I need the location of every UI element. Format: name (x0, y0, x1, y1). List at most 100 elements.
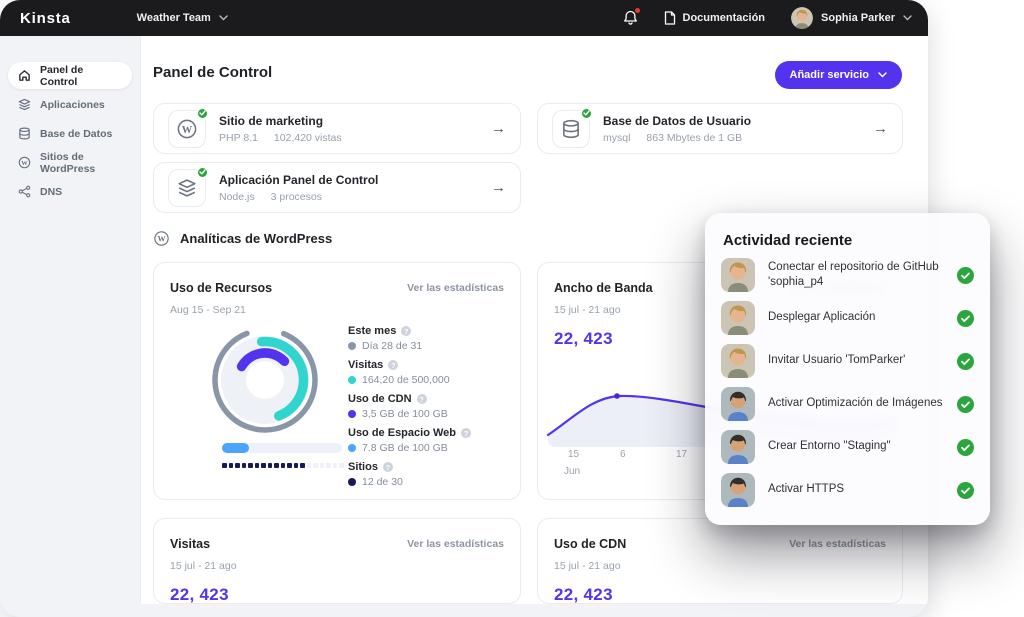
topbar-right: Documentación Sophia Parker (623, 7, 913, 29)
legend-dot (348, 444, 356, 452)
service-card-user-database[interactable]: Base de Datos de Usuario mysql 863 Mbyte… (537, 103, 903, 154)
success-check-icon (957, 482, 974, 499)
help-icon[interactable]: ? (383, 462, 393, 472)
visits-value: 22, 423 (170, 585, 229, 605)
recent-activity-title: Actividad reciente (705, 213, 990, 258)
success-check-icon (957, 396, 974, 413)
service-stat: 3 procesos (271, 191, 322, 203)
view-stats-link[interactable]: Ver las estadísticas (407, 282, 504, 294)
database-icon (18, 127, 31, 140)
legend-label: Visitas (348, 359, 383, 371)
analytics-section-header: W Analíticas de WordPress (153, 230, 332, 247)
service-card-panel-app[interactable]: Aplicación Panel de Control Node.js 3 pr… (153, 162, 521, 213)
status-check-badge (196, 107, 209, 120)
svg-text:W: W (182, 124, 193, 135)
document-icon (664, 11, 676, 25)
help-icon[interactable]: ? (401, 326, 411, 336)
card-title: Uso de Recursos (170, 281, 272, 295)
activity-item-staging-env[interactable]: Crear Entorno "Staging" (705, 430, 990, 464)
avatar (721, 301, 755, 335)
legend-value: 7.8 GB de 100 GB (362, 442, 448, 454)
activity-item-github-repo[interactable]: Conectar el repositorio de GitHub 'sophi… (705, 258, 990, 292)
activity-text: Activar HTTPS (768, 482, 944, 497)
home-icon (18, 69, 31, 82)
legend-item-este-mes: Este mes? Día 28 de 31 (348, 325, 471, 352)
legend-value: 12 de 30 (362, 476, 403, 488)
legend-value: Día 28 de 31 (362, 340, 422, 352)
activity-item-invite-user[interactable]: Invitar Usuario 'TomParker' (705, 344, 990, 378)
success-check-icon (957, 439, 974, 456)
success-check-icon (957, 310, 974, 327)
bandwidth-value: 22, 423 (554, 329, 613, 349)
service-icon-box: W (168, 110, 206, 148)
arrow-right-icon[interactable]: → (873, 120, 888, 137)
notifications-button[interactable] (623, 10, 638, 26)
sidebar-item-label: DNS (40, 186, 62, 198)
team-selector[interactable]: Weather Team (137, 12, 228, 24)
sidebar-item-sitios-de-wordpress[interactable]: W Sitios de WordPress (8, 149, 132, 176)
avatar (721, 430, 755, 464)
visits-card: Visitas Ver las estadísticas 15 jul - 21… (153, 518, 521, 604)
wordpress-icon: W (18, 156, 31, 169)
card-title: Visitas (170, 537, 210, 551)
resource-donut-chart (210, 325, 320, 435)
success-check-icon (957, 353, 974, 370)
legend-value: 3,5 GB de 100 GB (362, 408, 448, 420)
page-title: Panel de Control (153, 64, 272, 81)
date-range: 15 jul - 21 ago (554, 304, 621, 316)
team-selector-label: Weather Team (137, 12, 211, 24)
layers-icon (18, 98, 31, 111)
activity-item-image-optimization[interactable]: Activar Optimización de Imágenes (705, 387, 990, 421)
legend-item-sitios: Sitios? 12 de 30 (348, 461, 471, 488)
help-icon[interactable]: ? (388, 360, 398, 370)
user-menu[interactable]: Sophia Parker (791, 7, 912, 29)
sidebar-item-label: Sitios de WordPress (40, 151, 122, 175)
legend-label: Este mes (348, 325, 396, 337)
service-title: Base de Datos de Usuario (603, 114, 751, 128)
activity-text: Activar Optimización de Imágenes (768, 396, 944, 411)
sidebar-item-base-de-datos[interactable]: Base de Datos (8, 120, 132, 147)
activity-text: Crear Entorno "Staging" (768, 439, 944, 454)
svg-text:W: W (21, 160, 28, 167)
status-check-badge (196, 166, 209, 179)
wordpress-icon: W (176, 118, 198, 140)
service-info: Base de Datos de Usuario mysql 863 Mbyte… (603, 114, 751, 144)
service-card-marketing-site[interactable]: W Sitio de marketing PHP 8.1 102,420 vis… (153, 103, 521, 154)
arrow-right-icon[interactable]: → (491, 120, 506, 137)
x-tick: 17 (676, 449, 687, 460)
activity-text: Desplegar Aplicación (768, 310, 944, 325)
view-stats-link[interactable]: Ver las estadísticas (789, 538, 886, 550)
sidebar: Panel de Control Aplicaciones Base de Da… (0, 36, 140, 617)
activity-item-https[interactable]: Activar HTTPS (705, 473, 990, 507)
help-icon[interactable]: ? (417, 394, 427, 404)
legend-item-uso-de-cdn: Uso de CDN? 3,5 GB de 100 GB (348, 393, 471, 420)
arrow-right-icon[interactable]: → (491, 179, 506, 196)
add-service-button[interactable]: Añadir servicio (775, 61, 902, 89)
sidebar-item-aplicaciones[interactable]: Aplicaciones (8, 91, 132, 118)
service-tech: Node.js (219, 191, 255, 203)
x-tick: 6 (620, 449, 626, 460)
activity-item-deploy-app[interactable]: Desplegar Aplicación (705, 301, 990, 335)
activity-text: Invitar Usuario 'TomParker' (768, 353, 944, 368)
documentation-link[interactable]: Documentación (664, 11, 766, 25)
chevron-down-icon (219, 15, 228, 21)
resource-usage-card: Uso de Recursos Ver las estadísticas Aug… (153, 262, 521, 500)
sidebar-item-dns[interactable]: DNS (8, 178, 132, 205)
card-title: Uso de CDN (554, 537, 626, 551)
legend-label: Uso de CDN (348, 393, 412, 405)
legend-dot (348, 376, 356, 384)
layers-icon (177, 178, 197, 198)
sidebar-item-panel-de-control[interactable]: Panel de Control (8, 62, 132, 89)
legend-dot (348, 342, 356, 350)
add-service-label: Añadir servicio (790, 69, 869, 81)
screenshot-canvas: Kinsta Weather Team Documentación (0, 0, 1024, 617)
database-icon (561, 119, 581, 139)
service-info: Aplicación Panel de Control Node.js 3 pr… (219, 173, 378, 203)
help-icon[interactable]: ? (461, 428, 471, 438)
view-stats-link[interactable]: Ver las estadísticas (407, 538, 504, 550)
avatar (721, 344, 755, 378)
legend-item-visitas: Visitas? 164,20 de 500,000 (348, 359, 471, 386)
sidebar-item-label: Panel de Control (40, 64, 122, 88)
activity-text: Conectar el repositorio de GitHub 'sophi… (768, 260, 944, 290)
topbar: Kinsta Weather Team Documentación (0, 0, 928, 36)
